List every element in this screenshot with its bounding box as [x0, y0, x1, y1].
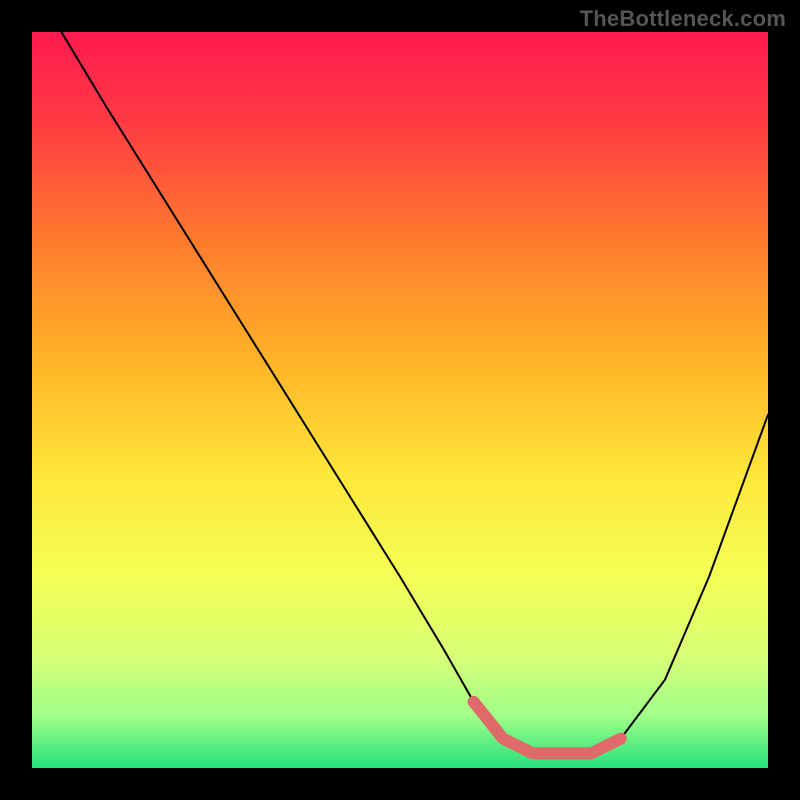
chart-frame: TheBottleneck.com	[0, 0, 800, 800]
plot-area	[32, 32, 768, 768]
bottleneck-curve	[61, 32, 768, 753]
watermark-text: TheBottleneck.com	[580, 6, 786, 32]
optimal-range-highlight	[474, 702, 621, 754]
curve-layer	[32, 32, 768, 768]
